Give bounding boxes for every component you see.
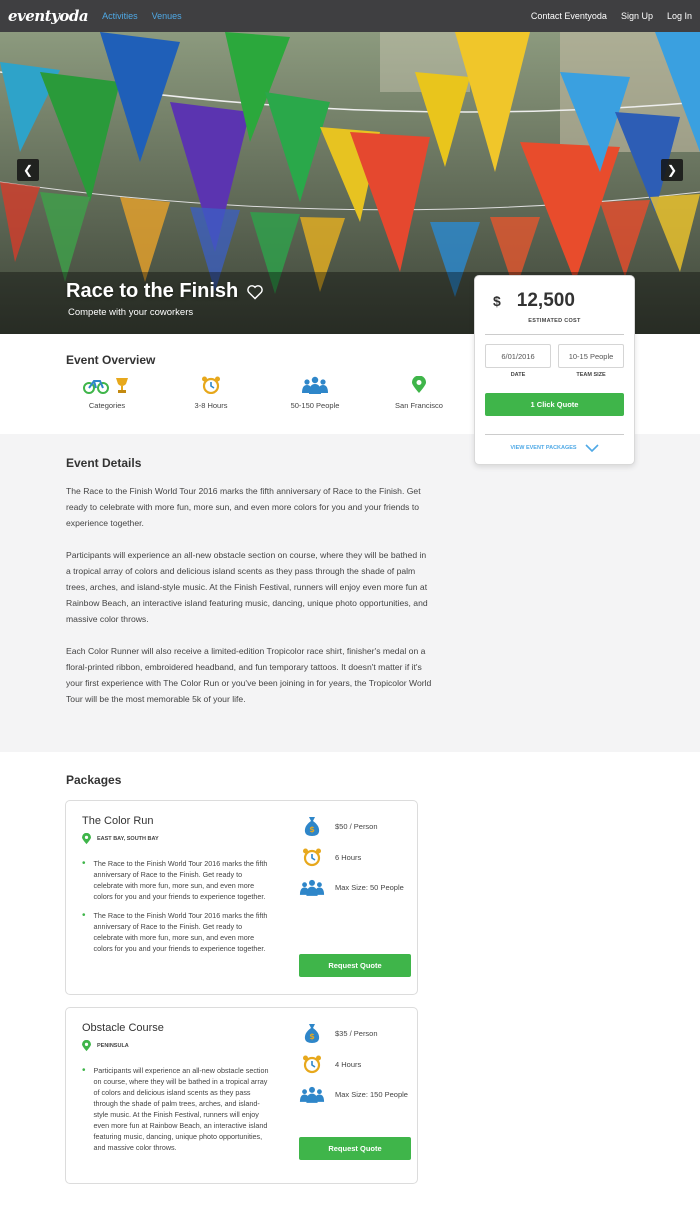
- package-duration-text: 6 Hours: [335, 852, 362, 862]
- package-title: The Color Run: [82, 815, 154, 827]
- cost-card: $ 12,500 ESTIMATED COST 6/01/2016 10-15 …: [474, 275, 635, 465]
- overview-heading: Event Overview: [66, 353, 156, 367]
- cost-row: $ 12,500: [493, 290, 575, 312]
- overview-label: 50-150 People: [290, 401, 340, 410]
- map-pin-icon: [82, 1040, 91, 1052]
- nav-link-activities[interactable]: Activities: [102, 11, 138, 21]
- request-quote-button[interactable]: Request Quote: [299, 1137, 411, 1160]
- overview-label: Categories: [88, 401, 126, 410]
- details-paragraph: Participants will experience an all-new …: [66, 550, 428, 624]
- map-pin-icon: [412, 376, 426, 393]
- package-bullet: • The Race to the Finish World Tour 2016…: [82, 858, 272, 902]
- request-quote-button[interactable]: Request Quote: [299, 954, 411, 977]
- details-heading: Event Details: [66, 456, 142, 470]
- overview-item-duration: 3-8 Hours: [159, 376, 263, 410]
- hero-prev-button[interactable]: ❮: [17, 159, 39, 181]
- package-price-text: $35 / Person: [335, 1028, 378, 1038]
- package-location-text: PENINSULA: [97, 1043, 129, 1049]
- bullet-dot: •: [82, 1065, 86, 1076]
- overview-item-categories: Categories: [55, 376, 159, 410]
- package-bullets: • The Race to the Finish World Tour 2016…: [82, 858, 272, 962]
- event-title: Race to the Finish: [66, 280, 264, 303]
- card-divider: [485, 434, 624, 435]
- package-size: Max Size: 150 People: [299, 1086, 408, 1103]
- estimated-cost-label: ESTIMATED COST: [528, 318, 581, 324]
- people-group-icon: [302, 376, 328, 394]
- chevron-left-icon: ❮: [22, 163, 34, 177]
- nav-link-venues[interactable]: Venues: [152, 11, 182, 21]
- event-details-section: Event Details The Race to the Finish Wor…: [0, 434, 700, 752]
- event-subtitle: Compete with your coworkers: [68, 307, 194, 318]
- nav-link-login[interactable]: Log In: [667, 11, 692, 21]
- nav-link-contact[interactable]: Contact Eventyoda: [531, 11, 607, 21]
- packages-heading: Packages: [66, 773, 122, 787]
- package-location: PENINSULA: [82, 1040, 129, 1052]
- package-title: Obstacle Course: [82, 1022, 164, 1034]
- details-paragraph: Each Color Runner will also receive a li…: [66, 646, 432, 704]
- package-price-text: $50 / Person: [335, 821, 378, 831]
- package-size: Max Size: 50 People: [299, 879, 404, 896]
- bike-trophy-icon: [83, 378, 128, 394]
- details-paragraph: The Race to the Finish World Tour 2016 m…: [66, 486, 421, 528]
- package-price: $ $35 / Person: [299, 1022, 378, 1044]
- overview-label: 3-8 Hours: [194, 401, 228, 410]
- chevron-right-icon: ❯: [666, 163, 678, 177]
- package-bullet-text: The Race to the Finish World Tour 2016 m…: [93, 859, 268, 901]
- logo[interactable]: eventyoda: [8, 7, 89, 25]
- money-bag-icon: $: [299, 815, 325, 837]
- package-card: Obstacle Course PENINSULA • Participants…: [65, 1007, 418, 1184]
- package-size-text: Max Size: 150 People: [335, 1090, 408, 1099]
- estimated-cost-value: 12,500: [516, 290, 575, 311]
- date-field[interactable]: 6/01/2016: [485, 344, 551, 368]
- package-size-text: Max Size: 50 People: [335, 883, 404, 892]
- currency-symbol: $: [493, 293, 501, 309]
- view-packages-label: VIEW EVENT PACKAGES: [510, 445, 577, 451]
- overview-item-location: San Francisco: [367, 376, 471, 410]
- package-duration-text: 4 Hours: [335, 1059, 362, 1069]
- view-packages-link[interactable]: VIEW EVENT PACKAGES: [475, 444, 634, 452]
- package-location-text: EAST BAY, SOUTH BAY: [97, 836, 159, 842]
- package-location: EAST BAY, SOUTH BAY: [82, 833, 159, 845]
- people-group-icon: [299, 879, 325, 896]
- package-bullet-text: Participants will experience an all-new …: [93, 1066, 269, 1152]
- packages-section: Packages The Color Run EAST BAY, SOUTH B…: [0, 752, 700, 1218]
- nav-link-signup[interactable]: Sign Up: [621, 11, 653, 21]
- package-duration: 4 Hours: [299, 1054, 361, 1074]
- people-group-icon: [299, 1086, 325, 1103]
- package-bullet: • The Race to the Finish World Tour 2016…: [82, 910, 272, 954]
- package-card: The Color Run EAST BAY, SOUTH BAY • The …: [65, 800, 418, 995]
- svg-text:$: $: [309, 1032, 315, 1041]
- bullet-dot: •: [82, 910, 86, 921]
- overview-items: Categories 3-8 Hours 50-150 People San F…: [55, 376, 471, 410]
- hero-next-button[interactable]: ❯: [661, 159, 683, 181]
- package-price: $ $50 / Person: [299, 815, 378, 837]
- top-nav: eventyoda Activities Venues Contact Even…: [0, 0, 700, 32]
- svg-text:$: $: [309, 825, 315, 834]
- package-bullets: • Participants will experience an all-ne…: [82, 1065, 272, 1161]
- team-size-field[interactable]: 10-15 People: [558, 344, 624, 368]
- chevron-down-icon: [585, 444, 599, 452]
- money-bag-icon: $: [299, 1022, 325, 1044]
- card-divider: [485, 334, 624, 335]
- one-click-quote-button[interactable]: 1 Click Quote: [485, 393, 624, 416]
- package-bullet: • Participants will experience an all-ne…: [82, 1065, 272, 1153]
- package-duration: 6 Hours: [299, 847, 361, 867]
- alarm-clock-icon: [202, 376, 220, 394]
- bullet-dot: •: [82, 858, 86, 869]
- overview-label: San Francisco: [395, 401, 443, 410]
- date-label: DATE: [510, 372, 526, 378]
- package-bullet-text: The Race to the Finish World Tour 2016 m…: [93, 911, 268, 953]
- nav-right: Contact Eventyoda Sign Up Log In: [531, 11, 692, 21]
- event-title-text: Race to the Finish: [66, 280, 239, 302]
- map-pin-icon: [82, 833, 91, 845]
- overview-item-people: 50-150 People: [263, 376, 367, 410]
- heart-outline-icon[interactable]: [246, 284, 264, 300]
- team-size-label: TEAM SIZE: [576, 372, 606, 378]
- alarm-clock-icon: [299, 1054, 325, 1074]
- alarm-clock-icon: [299, 847, 325, 867]
